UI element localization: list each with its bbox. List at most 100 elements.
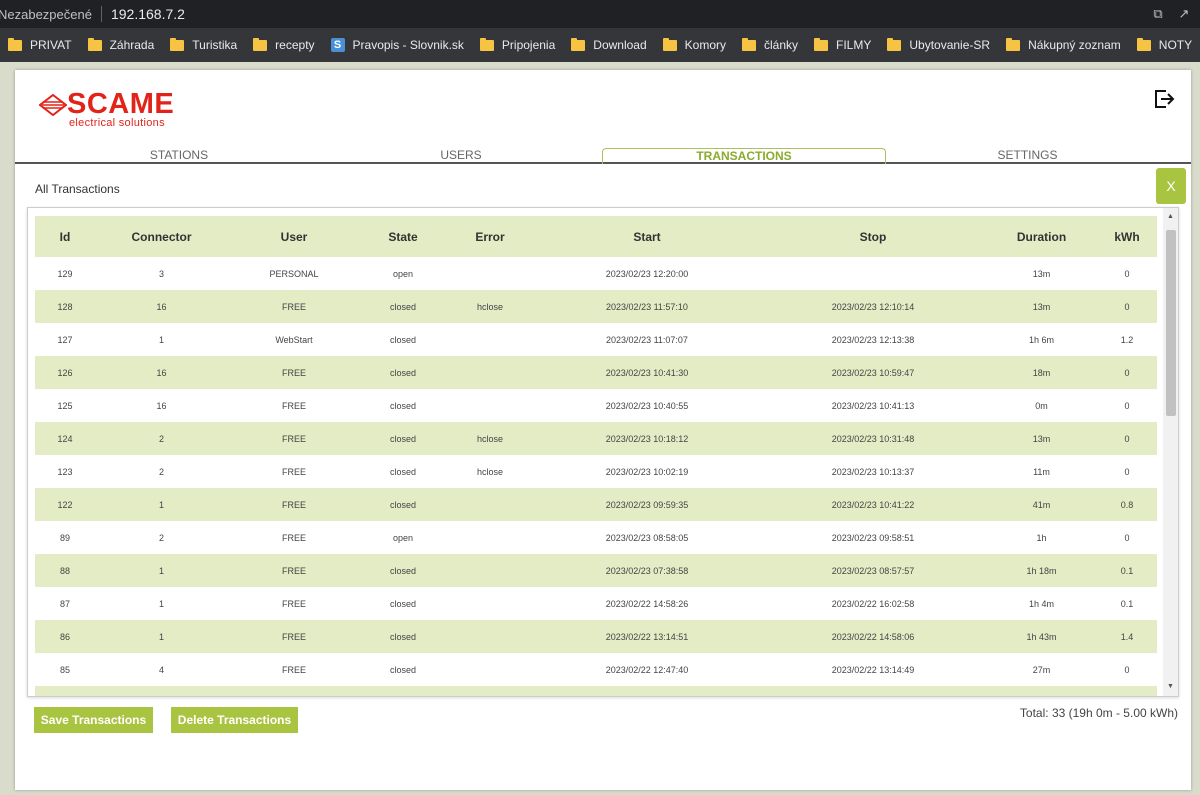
table-cell: FREE xyxy=(228,488,360,521)
table-row[interactable]: 89 2 FREE open 2023/02/23 08:58:05 2023/02/23… xyxy=(35,521,1157,554)
table-cell xyxy=(534,686,760,696)
table-cell: 2023/02/23 12:10:14 xyxy=(760,290,986,323)
table-cell: 16 xyxy=(95,356,228,389)
table-cell: 129 xyxy=(57,268,73,279)
table-cell xyxy=(760,686,986,696)
folder-icon xyxy=(8,37,22,51)
table-cell: 2023/02/23 10:59:47 xyxy=(760,356,986,389)
column-header[interactable]: Error xyxy=(446,216,534,257)
bookmark-item[interactable]: Nákupný zoznam xyxy=(1006,37,1121,52)
bookmark-item[interactable]: články xyxy=(742,37,798,52)
table-cell: 1 xyxy=(95,488,228,521)
bookmark-item[interactable]: FILMY xyxy=(814,37,872,52)
bookmark-item[interactable]: Pripojenia xyxy=(479,37,555,52)
tab-users[interactable]: USERS xyxy=(348,148,574,164)
table-cell: 4 xyxy=(158,664,164,675)
column-header[interactable]: State xyxy=(360,216,446,257)
table-cell: 122 xyxy=(35,488,95,521)
bookmark-item[interactable]: Záhrada xyxy=(87,37,154,52)
table-cell: 2023/02/23 10:41:13 xyxy=(831,400,915,411)
tab-transactions[interactable]: TRANSACTIONS xyxy=(602,148,886,164)
bookmark-item[interactable]: Komory xyxy=(662,37,726,52)
bookmark-item[interactable]: recepty xyxy=(253,37,315,52)
table-cell: 126 xyxy=(35,356,95,389)
table-cell: closed xyxy=(389,334,416,345)
url-field[interactable]: 192.168.7.2 xyxy=(111,6,185,22)
table-cell: 128 xyxy=(35,290,95,323)
table-cell xyxy=(1097,686,1157,696)
tab-settings[interactable]: SETTINGS xyxy=(915,148,1140,164)
bookmark-item[interactable]: Ubytovanie-SR xyxy=(887,37,991,52)
scrollbar-thumb[interactable] xyxy=(1166,230,1176,416)
table-cell: 2023/02/23 12:13:38 xyxy=(831,334,915,345)
table-cell: closed xyxy=(389,466,416,477)
table-cell xyxy=(760,257,986,290)
table-row[interactable]: 128 16 FREE closed hclose 2023/02/23 11:57:10… xyxy=(35,290,1157,323)
table-cell xyxy=(446,257,534,290)
table-row[interactable]: 86 1 FREE closed 2023/02/22 13:14:51 2023/02/… xyxy=(35,620,1157,653)
table-cell: 11m xyxy=(1033,466,1050,477)
table-cell xyxy=(446,653,534,686)
folder-icon xyxy=(253,37,268,51)
bookmark-label: Turistika xyxy=(192,38,238,52)
table-cell: 13m xyxy=(986,422,1097,455)
column-header[interactable]: Duration xyxy=(986,216,1097,257)
table-cell: hclose xyxy=(446,290,534,323)
column-header[interactable]: User xyxy=(228,216,360,257)
table-cell: 2023/02/23 10:02:19 xyxy=(605,466,689,477)
table-row[interactable]: 127 1 WebStart closed 2023/02/23 11:07:07 202… xyxy=(35,323,1157,356)
table-cell: 0m xyxy=(1035,400,1048,411)
table-row[interactable]: 124 2 FREE closed hclose 2023/02/23 10:18:12 2… xyxy=(35,422,1157,455)
table-row[interactable]: 122 1 FREE closed 2023/02/23 09:59:35 2023/02… xyxy=(35,488,1157,521)
table-cell xyxy=(446,389,534,422)
table-cell: 2 xyxy=(95,422,228,455)
table-cell: 0 xyxy=(1124,400,1130,411)
column-header[interactable]: kWh xyxy=(1097,216,1157,257)
delete-transactions-button[interactable]: Delete Transactions xyxy=(171,707,298,733)
table-cell: 1 xyxy=(95,554,228,587)
page-title: All Transactions xyxy=(35,182,120,196)
tab-stations[interactable]: STATIONS xyxy=(65,148,293,164)
bookmark-item[interactable]: S Pravopis - Slovnik.sk xyxy=(330,38,464,52)
table-cell xyxy=(446,488,534,521)
table-row[interactable]: 85 4 FREE closed 2023/02/22 12:47:40 2023/02/… xyxy=(35,653,1157,686)
bookmark-item[interactable]: Turistika xyxy=(170,37,238,52)
insecure-label[interactable]: Nezabezpečené xyxy=(0,7,92,22)
table-row[interactable]: 123 2 FREE closed hclose 2023/02/23 10:02:19 2… xyxy=(35,455,1157,488)
column-header[interactable]: Start xyxy=(534,216,760,257)
table-row[interactable] xyxy=(35,686,1157,696)
table-row[interactable]: 125 16 FREE closed 2023/02/23 10:40:55 2023/0… xyxy=(35,389,1157,422)
column-header[interactable]: Connector xyxy=(95,216,228,257)
save-transactions-button[interactable]: Save Transactions xyxy=(34,707,153,733)
logout-icon[interactable] xyxy=(1153,88,1175,110)
table-cell: 13m xyxy=(986,290,1097,323)
bookmark-item[interactable]: PRIVAT xyxy=(8,37,72,52)
folder-icon xyxy=(742,37,756,51)
share-icon[interactable]: ↗ xyxy=(1176,6,1192,22)
table-row[interactable]: 87 1 FREE closed 2023/02/22 14:58:26 2023/02/… xyxy=(35,587,1157,620)
bookmark-label: FILMY xyxy=(836,38,872,52)
scroll-down-icon[interactable]: ▼ xyxy=(1163,680,1178,694)
transactions-table-container[interactable]: Id Connector User State Error Start Stop… xyxy=(27,207,1179,697)
table-cell: 16 xyxy=(156,400,167,411)
table-row[interactable]: 126 16 FREE closed 2023/02/23 10:41:30 2023/0… xyxy=(35,356,1157,389)
transactions-table: Id Connector User State Error Start Stop… xyxy=(35,216,1157,696)
table-cell: 1 xyxy=(158,334,164,345)
table-cell: FREE xyxy=(228,620,360,653)
address-separator xyxy=(100,6,102,22)
column-header[interactable]: Id xyxy=(35,216,95,257)
table-row[interactable]: 88 1 FREE closed 2023/02/23 07:38:58 2023/02/… xyxy=(35,554,1157,587)
bookmark-label: Pravopis - Slovnik.sk xyxy=(352,38,464,52)
close-button[interactable]: X xyxy=(1156,168,1186,204)
folder-icon xyxy=(170,37,185,51)
bookmark-item[interactable]: Download xyxy=(571,37,647,52)
table-scrollbar[interactable]: ▲ ▼ xyxy=(1163,208,1178,696)
column-header[interactable]: Stop xyxy=(760,216,986,257)
bookmark-label: Ubytovanie-SR xyxy=(909,38,991,52)
table-row[interactable]: 129 3 PERSONAL open 2023/02/23 12:20:00 13m 0 xyxy=(35,257,1157,290)
table-cell: 123 xyxy=(57,466,73,477)
table-cell: 13m xyxy=(1032,268,1051,279)
bookmark-item[interactable]: NOTY xyxy=(1136,37,1192,52)
translate-icon[interactable]: ⧉ xyxy=(1150,6,1166,22)
scroll-up-icon[interactable]: ▲ xyxy=(1163,210,1178,224)
